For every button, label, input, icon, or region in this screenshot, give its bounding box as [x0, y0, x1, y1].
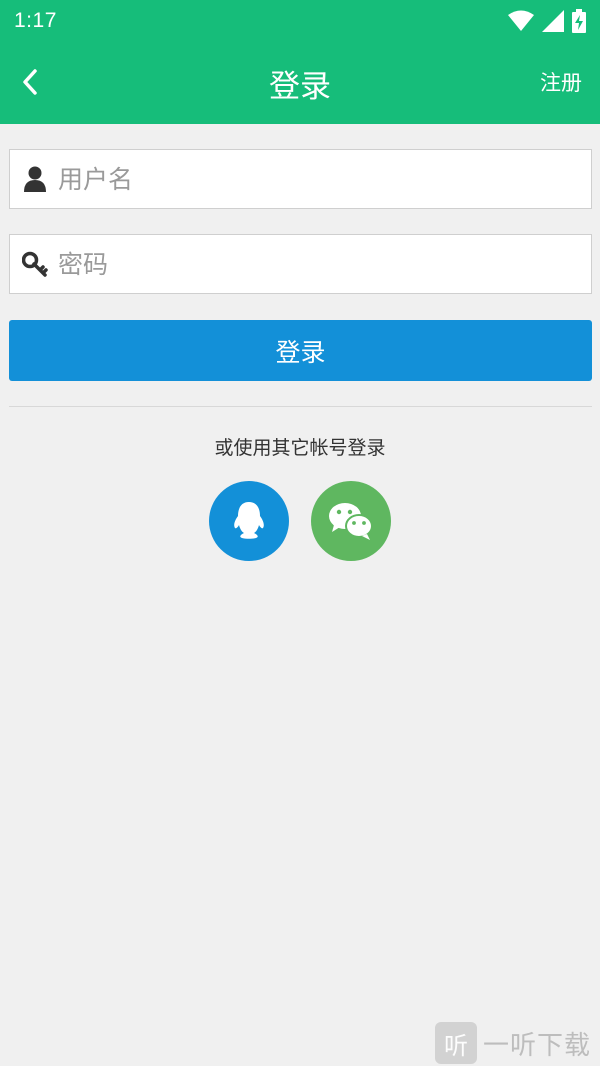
watermark: 听 一听下载	[435, 1020, 600, 1066]
signal-icon	[542, 10, 564, 32]
key-icon	[22, 251, 48, 277]
page-title: 登录	[269, 68, 331, 105]
password-input[interactable]	[58, 249, 558, 279]
username-field[interactable]	[9, 149, 592, 209]
battery-charging-icon	[572, 9, 586, 33]
password-field[interactable]	[9, 234, 592, 294]
qq-penguin-icon	[234, 502, 264, 539]
back-button[interactable]	[10, 62, 50, 102]
status-bar: 1:17	[0, 0, 600, 42]
qq-login-button[interactable]	[209, 481, 289, 561]
other-login-label: 或使用其它帐号登录	[214, 437, 386, 459]
username-input[interactable]	[58, 164, 558, 194]
status-icons	[508, 9, 586, 33]
chevron-left-icon	[23, 69, 37, 95]
status-time: 1:17	[14, 9, 57, 32]
watermark-logo: 听	[435, 1022, 477, 1064]
divider	[9, 406, 592, 407]
register-link[interactable]: 注册	[540, 67, 582, 97]
wechat-icon	[329, 503, 373, 540]
wifi-icon	[508, 10, 534, 31]
login-button[interactable]: 登录	[9, 320, 592, 381]
wechat-login-button[interactable]	[311, 481, 391, 561]
watermark-text: 一听下载	[483, 1030, 592, 1061]
user-icon	[22, 166, 48, 192]
app-bar: 登录 注册	[0, 42, 600, 124]
